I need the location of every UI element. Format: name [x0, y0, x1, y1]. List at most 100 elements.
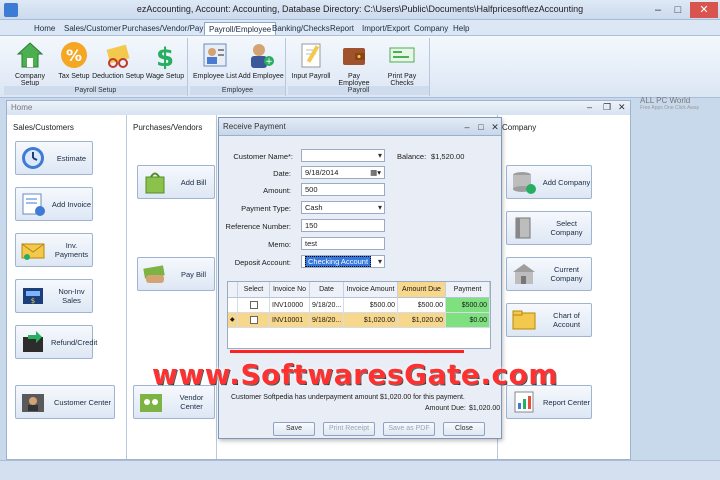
- save-button[interactable]: Save: [273, 422, 315, 436]
- checkbox[interactable]: [249, 301, 258, 309]
- col-date[interactable]: Date: [310, 282, 344, 298]
- calendar-icon[interactable]: ▦▾: [370, 167, 381, 178]
- dialog-minimize-button[interactable]: –: [461, 121, 473, 133]
- employee-group-label: Employee: [190, 86, 285, 95]
- select-company-button[interactable]: Select Company: [506, 211, 592, 245]
- refund-credit-button[interactable]: Refund/Credit: [15, 325, 97, 359]
- payroll-setup-label: Payroll Setup: [4, 86, 187, 95]
- red-divider: [230, 350, 464, 353]
- employee-list-button[interactable]: Employee List: [192, 40, 238, 80]
- menu-home[interactable]: Home: [30, 22, 59, 35]
- current-company-button[interactable]: Current Company: [506, 257, 592, 291]
- add-employee-button[interactable]: + Add Employee: [238, 40, 284, 80]
- memo-field[interactable]: test: [301, 237, 385, 250]
- dialog-title: Receive Payment: [223, 122, 286, 131]
- check-icon: [387, 40, 417, 70]
- menu-help[interactable]: Help: [449, 22, 473, 35]
- percent-icon: %: [59, 40, 89, 70]
- save-as-pdf-button[interactable]: Save as PDF: [383, 422, 435, 436]
- add-company-button[interactable]: Add Company: [506, 165, 592, 199]
- current-row-marker: ◆: [228, 313, 238, 328]
- purchases-header: Purchases/Vendors: [133, 123, 203, 132]
- deduction-setup-button[interactable]: Deduction Setup: [92, 40, 144, 80]
- underpayment-message: Customer Softpedia has underpayment amou…: [231, 394, 465, 401]
- col-select[interactable]: Select: [238, 282, 270, 298]
- add-bill-button[interactable]: Add Bill: [137, 165, 215, 199]
- cell-date: 9/18/20...: [310, 298, 344, 313]
- home-minimize-button[interactable]: –: [587, 102, 592, 112]
- deposit-account-label: Deposit Account:: [234, 258, 291, 267]
- menu-payroll-employee[interactable]: Payroll/Employee: [204, 22, 277, 35]
- cell-payment[interactable]: $500.00: [446, 298, 490, 313]
- house-icon: [15, 40, 45, 70]
- inv-payments-button[interactable]: Inv. Payments: [15, 233, 93, 267]
- dialog-close-x-button[interactable]: ✕: [489, 121, 501, 133]
- watermark-line2: Free Apps One Click Away: [640, 105, 700, 111]
- sales-column: Sales/Customers Estimate Add Invoice Inv…: [7, 115, 127, 459]
- menu-sales-customer[interactable]: Sales/Customer: [60, 22, 125, 35]
- company-setup-button[interactable]: Company Setup: [6, 40, 54, 87]
- row-marker: [228, 298, 238, 313]
- amount-due-value: $1,020.00: [469, 405, 501, 412]
- col-payment[interactable]: Payment: [446, 282, 490, 298]
- watermark-line1: ALL PC World: [640, 96, 691, 105]
- print-receipt-button[interactable]: Print Receipt: [323, 422, 375, 436]
- cell-invoice-amount: $1,020.00: [344, 313, 398, 328]
- deposit-account-select[interactable]: Checking Account: [301, 255, 385, 268]
- pay-bill-button[interactable]: Pay Bill: [137, 257, 215, 291]
- payroll-group: Input Payroll Pay Employee Print Pay Che…: [288, 38, 430, 96]
- customer-name-select[interactable]: [301, 149, 385, 162]
- svg-text:+: +: [265, 57, 273, 67]
- home-restore-button[interactable]: ❐: [603, 102, 611, 113]
- wallet-icon: [339, 40, 369, 70]
- company-column: Company Add Company Select Company Curre…: [497, 115, 630, 459]
- dialog-close-button[interactable]: Close: [443, 422, 485, 436]
- dialog-maximize-button[interactable]: □: [475, 121, 487, 133]
- wage-setup-button[interactable]: $ Wage Setup: [144, 40, 186, 80]
- home-window-title: Home: [7, 101, 630, 115]
- pay-employee-button[interactable]: Pay Employee: [332, 40, 376, 87]
- dialog-title-bar: Receive Payment – □ ✕: [219, 118, 501, 136]
- menu-report[interactable]: Report: [326, 22, 358, 35]
- deposit-account-value: Checking Account: [305, 256, 372, 267]
- col-amount-due[interactable]: Amount Due: [398, 282, 446, 298]
- non-inv-sales-button[interactable]: $ Non-Inv Sales: [15, 279, 93, 313]
- minimize-button[interactable]: –: [648, 2, 668, 18]
- reference-number-field[interactable]: 150: [301, 219, 385, 232]
- close-button[interactable]: ✕: [690, 2, 718, 18]
- payment-type-select[interactable]: Cash: [301, 201, 385, 214]
- customer-name-label: Customer Name*:: [233, 152, 293, 161]
- menu-banking-checks[interactable]: Banking/Checks: [268, 22, 334, 35]
- book-icon: [510, 214, 538, 242]
- reference-number-label: Reference Number:: [225, 222, 291, 231]
- cell-amount-due: $1,020.00: [398, 313, 446, 328]
- employee-list-icon: [200, 40, 230, 70]
- svg-text:$: $: [31, 297, 35, 305]
- customer-center-button[interactable]: Customer Center: [15, 385, 115, 419]
- add-invoice-button[interactable]: Add Invoice: [15, 187, 93, 221]
- tax-setup-button[interactable]: % Tax Setup: [56, 40, 92, 80]
- checkbox[interactable]: [249, 316, 258, 324]
- col-invoice-amount[interactable]: Invoice Amount: [344, 282, 398, 298]
- amount-label: Amount:: [263, 186, 291, 195]
- date-value: 9/18/2014: [305, 168, 339, 177]
- estimate-button[interactable]: Estimate: [15, 141, 93, 175]
- cell-payment[interactable]: $0.00: [446, 313, 490, 328]
- col-invoice-no[interactable]: Invoice No: [270, 282, 310, 298]
- maximize-button[interactable]: □: [668, 2, 688, 18]
- home-close-button[interactable]: ✕: [618, 102, 626, 113]
- chart-of-account-button[interactable]: Chart of Account: [506, 303, 592, 337]
- menu-import-export[interactable]: Import/Export: [358, 22, 414, 35]
- cell-invoice-no: INV10000: [270, 298, 310, 313]
- menu-company[interactable]: Company: [410, 22, 452, 35]
- input-payroll-button[interactable]: Input Payroll: [290, 40, 332, 80]
- date-field[interactable]: 9/18/2014 ▦▾: [301, 166, 385, 179]
- print-pay-checks-button[interactable]: Print Pay Checks: [376, 40, 428, 87]
- database-add-icon: [510, 168, 538, 196]
- payment-type-label: Payment Type:: [241, 204, 291, 213]
- allpcworld-watermark: ALL PC World Free Apps One Click Away: [640, 96, 716, 116]
- svg-text:$: $: [156, 43, 174, 69]
- table-row-select-checkbox[interactable]: [238, 298, 270, 313]
- table-row-select-checkbox[interactable]: [238, 313, 270, 328]
- amount-field[interactable]: 500: [301, 183, 385, 196]
